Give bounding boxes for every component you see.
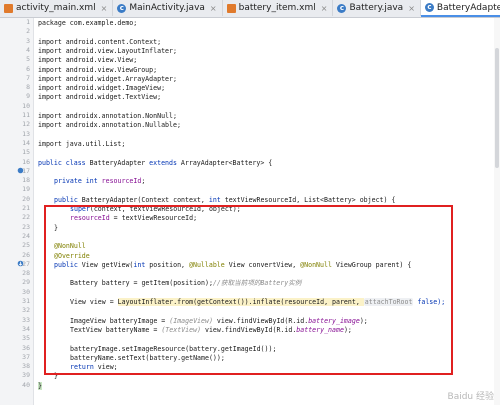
line-number: 34 <box>22 324 30 333</box>
line-number: 24 <box>22 231 30 240</box>
line-number: 13 <box>22 129 30 138</box>
code-line: View view = LayoutInflater.from(getConte… <box>70 298 446 306</box>
close-icon[interactable]: × <box>210 4 217 13</box>
code-line: return view; <box>70 363 118 372</box>
code-line: import java.util.List; <box>38 139 126 148</box>
tab-label: BatteryAdapter.java <box>436 2 500 13</box>
code-line: } <box>38 381 42 390</box>
close-icon[interactable]: × <box>101 4 108 13</box>
line-number: 22 <box>22 213 30 222</box>
code-line: public View getView(int position, @Nulla… <box>54 260 412 269</box>
line-number: 25 <box>22 241 30 250</box>
tab-main-activity-java[interactable]: c MainActivity.java × <box>113 0 223 16</box>
close-icon[interactable]: × <box>321 4 328 13</box>
override-method-icon[interactable] <box>17 260 24 267</box>
code-line: Battery battery = getItem(position);//获取… <box>70 279 302 288</box>
code-line: public class BatteryAdapter extends Arra… <box>38 158 273 167</box>
line-number: 18 <box>22 176 30 185</box>
line-number: 12 <box>22 120 30 129</box>
line-number: 1 <box>26 18 30 26</box>
code-line: } <box>54 372 58 381</box>
scrollbar-thumb[interactable] <box>495 48 499 168</box>
tab-battery-adapter-java[interactable]: c BatteryAdapter.java × <box>420 0 500 17</box>
line-number: 14 <box>22 138 30 147</box>
close-icon[interactable]: × <box>408 4 415 13</box>
java-class-icon: c <box>337 3 347 13</box>
line-number: 7 <box>26 73 30 82</box>
line-number: 40 <box>22 380 30 389</box>
line-number: 8 <box>26 83 30 92</box>
line-number: 9 <box>26 92 30 101</box>
line-number: 38 <box>22 362 30 371</box>
tab-label: activity_main.xml <box>16 3 96 13</box>
code-line: import android.widget.TextView; <box>38 93 162 102</box>
line-number: 29 <box>22 278 30 287</box>
line-number: 26 <box>22 250 30 259</box>
line-number: 30 <box>22 287 30 296</box>
line-number: 2 <box>26 27 30 36</box>
code-line: TextView batteryName = (TextView) view.f… <box>70 325 352 334</box>
tab-label: MainActivity.java <box>129 3 205 13</box>
line-number: 36 <box>22 343 30 352</box>
line-number: 4 <box>26 45 30 54</box>
line-number: 3 <box>26 36 30 45</box>
line-number: 10 <box>22 101 30 110</box>
tab-label: Battery.java <box>349 3 404 13</box>
line-number: 6 <box>26 64 30 73</box>
code-line: import androidx.annotation.Nullable; <box>38 121 181 130</box>
line-number: 39 <box>22 371 30 380</box>
java-class-icon: c <box>424 3 434 12</box>
java-class-icon: c <box>117 3 127 13</box>
line-number: 37 <box>22 352 30 361</box>
code-editor[interactable]: 1 2 3 4 5 6 7 8 9 10 11 12 13 14 15 16 1… <box>0 18 500 405</box>
watermark: Baidu 经验 <box>447 392 494 402</box>
line-number: 19 <box>22 185 30 194</box>
vertical-scrollbar[interactable] <box>494 18 500 405</box>
line-number: 11 <box>22 111 30 119</box>
line-number: 15 <box>22 148 30 157</box>
code-line: } <box>54 223 58 232</box>
code-line: resourceId = textViewResourceId; <box>70 214 198 223</box>
xml-file-icon <box>4 3 13 13</box>
line-number-gutter: 1 2 3 4 5 6 7 8 9 10 11 12 13 14 15 16 1… <box>0 18 34 405</box>
tab-battery-item-xml[interactable]: battery_item.xml × <box>223 0 334 16</box>
line-number: 21 <box>22 204 30 212</box>
line-number: 28 <box>22 269 30 278</box>
tab-activity-main-xml[interactable]: activity_main.xml × <box>0 0 114 16</box>
line-number: 35 <box>22 334 30 343</box>
code-area[interactable]: package com.example.demo; import android… <box>34 18 500 405</box>
line-number: 32 <box>22 306 30 315</box>
editor-tab-bar: activity_main.xml × c MainActivity.java … <box>0 0 500 18</box>
line-number: 33 <box>22 315 30 324</box>
tab-label: battery_item.xml <box>238 3 316 13</box>
code-line: private int resourceId; <box>54 177 146 186</box>
line-number: 16 <box>22 157 30 166</box>
line-number: 20 <box>22 194 30 203</box>
line-number: 5 <box>26 55 30 64</box>
implements-icon[interactable] <box>17 167 24 174</box>
tab-battery-java[interactable]: c Battery.java × <box>333 0 421 16</box>
xml-file-icon <box>226 3 236 13</box>
code-line: package com.example.demo; <box>38 19 138 27</box>
line-number: 31 <box>22 297 30 305</box>
line-number: 23 <box>22 222 30 231</box>
